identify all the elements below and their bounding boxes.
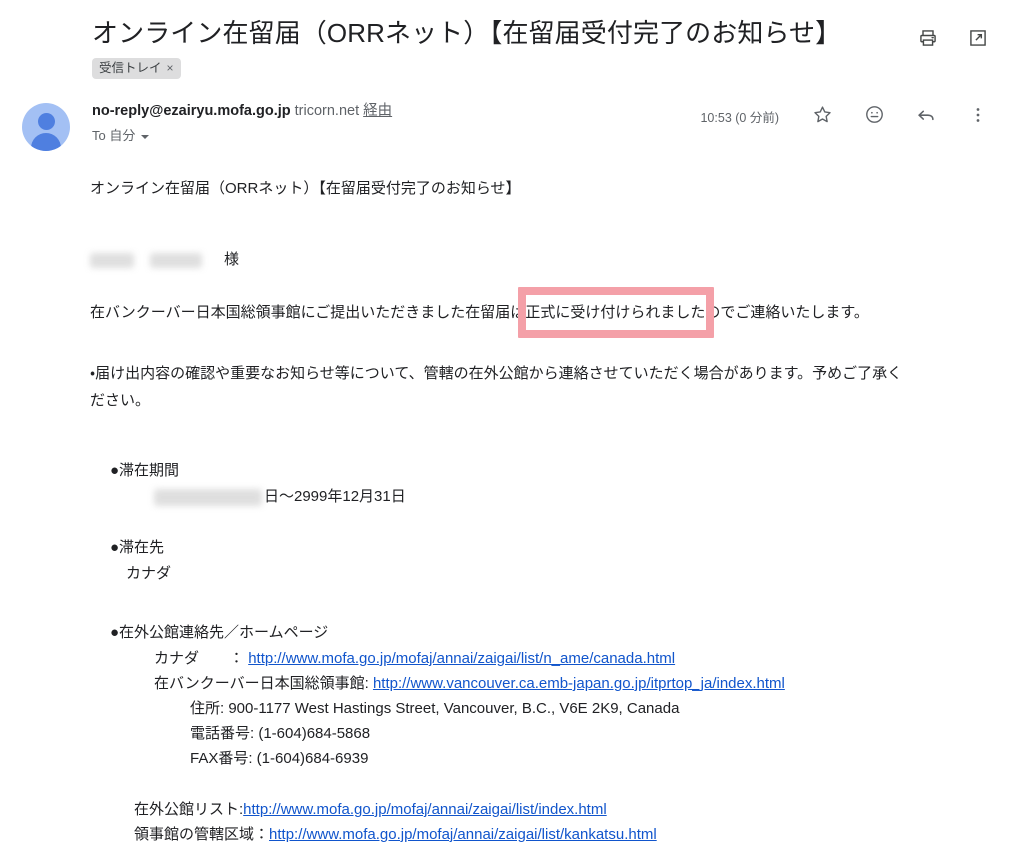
contact-url-link[interactable]: http://www.mofa.go.jp/mofaj/annai/zaigai…	[248, 650, 675, 667]
label-chip-inbox[interactable]: 受信トレイ ×	[92, 58, 181, 79]
more-options-button[interactable]	[965, 103, 991, 129]
redacted-name-part-2	[150, 252, 202, 268]
phone-line: 電話番号: (1-604)684-5868	[190, 725, 371, 742]
highlight-annotation: 正式に受け付けられました	[518, 287, 715, 338]
open-in-new-window-icon	[968, 28, 988, 51]
list-url-link[interactable]: http://www.mofa.go.jp/mofaj/annai/zaigai…	[243, 801, 607, 818]
reply-button[interactable]	[913, 103, 939, 129]
subject-actions	[915, 16, 991, 52]
sender-email: no-reply@ezairyu.mofa.go.jp	[92, 103, 291, 119]
redacted-start-date	[154, 488, 262, 506]
body-repeated-subject: オンライン在留届（ORRネット）【在留届受付完了のお知らせ】	[90, 180, 521, 197]
reference-links-section: 在外公館リスト:http://www.mofa.go.jp/mofaj/anna…	[110, 797, 991, 847]
subject-block: オンライン在留届（ORRネット）【在留届受付完了のお知らせ】 受信トレイ ×	[92, 16, 915, 79]
list-row: 在外公館リスト:http://www.mofa.go.jp/mofaj/anna…	[110, 797, 991, 822]
acceptance-prefix: 在バンクーバー日本国総領事館にご提出いただきました在留届は	[90, 304, 526, 321]
printer-icon	[918, 28, 938, 51]
list-label: 在外公館リスト:	[134, 801, 244, 818]
print-button[interactable]	[915, 26, 941, 52]
contact-row: 在バンクーバー日本国総領事館: http://www.vancouver.ca.…	[110, 671, 991, 696]
star-icon	[812, 104, 833, 128]
stay-period-heading: ●滞在期間	[110, 462, 180, 479]
redacted-name-part-1	[90, 252, 134, 268]
contact-label: カナダ ：	[154, 650, 245, 667]
avatar-person-body-icon	[31, 133, 61, 151]
notice-line-2: ださい。	[90, 392, 151, 409]
page-title: オンライン在留届（ORRネット）【在留届受付完了のお知らせ】	[92, 18, 842, 48]
address-line: 住所: 900-1177 West Hastings Street, Vanco…	[190, 700, 680, 717]
emoji-smile-icon	[864, 104, 885, 128]
stay-period-section: ●滞在期間 日〜2999年12月31日	[110, 458, 991, 509]
salutation-line: 様	[90, 246, 991, 273]
mission-contact-heading: ●在外公館連絡先／ホームページ	[110, 624, 329, 641]
label-chip-remove-icon[interactable]: ×	[167, 60, 174, 76]
message-actions: 10:53 (0 分前)	[700, 101, 991, 129]
chevron-down-icon	[141, 135, 150, 139]
avatar[interactable]	[22, 103, 70, 151]
recipient-expander[interactable]: To 自分	[92, 127, 150, 145]
add-reaction-button[interactable]	[861, 103, 887, 129]
message-timestamp: 10:53 (0 分前)	[700, 110, 779, 125]
recipient-label: To 自分	[92, 128, 136, 143]
avatar-cell	[0, 101, 92, 151]
sender-details: no-reply@ezairyu.mofa.go.jp tricorn.net 経由…	[92, 101, 700, 145]
reply-arrow-icon	[915, 104, 937, 129]
star-button[interactable]	[809, 103, 835, 129]
label-chip-text: 受信トレイ	[99, 61, 162, 75]
sender-header: no-reply@ezairyu.mofa.go.jp tricorn.net 経由…	[0, 79, 1015, 151]
acceptance-sentence: 在バンクーバー日本国総領事館にご提出いただきました在留届は正式に受け付けられまし…	[90, 287, 991, 338]
open-in-new-window-button[interactable]	[965, 26, 991, 52]
acceptance-suffix: のでご連絡いたします。	[705, 304, 869, 321]
acceptance-highlighted-text: 正式に受け付けられました	[525, 304, 706, 321]
sender-via-label[interactable]: 経由	[363, 103, 392, 119]
sender-via-domain: tricorn.net	[294, 103, 360, 119]
contact-url-link[interactable]: http://www.vancouver.ca.emb-japan.go.jp/…	[373, 675, 785, 692]
avatar-person-head-icon	[37, 113, 55, 130]
contact-label: 在バンクーバー日本国総領事館:	[154, 675, 369, 692]
subject-header: オンライン在留届（ORRネット）【在留届受付完了のお知らせ】 受信トレイ ×	[0, 0, 1015, 79]
message-body: オンライン在留届（ORRネット）【在留届受付完了のお知らせ】 様 在バンクーバー…	[0, 151, 1015, 847]
contact-row: カナダ ： http://www.mofa.go.jp/mofaj/annai/…	[110, 646, 991, 671]
salutation-suffix: 様	[224, 251, 240, 268]
fax-line: FAX番号: (1-604)684-6939	[190, 750, 369, 767]
list-row: 領事館の管轄区域：http://www.mofa.go.jp/mofaj/ann…	[110, 822, 991, 847]
notice-line-1: ・届け出内容の確認や重要なお知らせ等について、管轄の在外公館から連絡させていただ…	[90, 365, 903, 382]
sender-line: no-reply@ezairyu.mofa.go.jp tricorn.net 経由	[92, 101, 700, 121]
stay-place-heading: ●滞在先	[110, 539, 165, 556]
stay-period-value: 日〜2999年12月31日	[110, 484, 991, 509]
mission-contact-section: ●在外公館連絡先／ホームページ カナダ ： http://www.mofa.go…	[110, 620, 991, 771]
stay-period-end: 日〜2999年12月31日	[264, 488, 406, 505]
stay-place-section: ●滞在先 カナダ	[110, 535, 991, 586]
more-vertical-icon	[968, 105, 988, 128]
list-label: 領事館の管轄区域：	[134, 826, 270, 843]
list-url-link[interactable]: http://www.mofa.go.jp/mofaj/annai/zaigai…	[269, 826, 657, 843]
stay-place-value: カナダ	[126, 565, 172, 582]
